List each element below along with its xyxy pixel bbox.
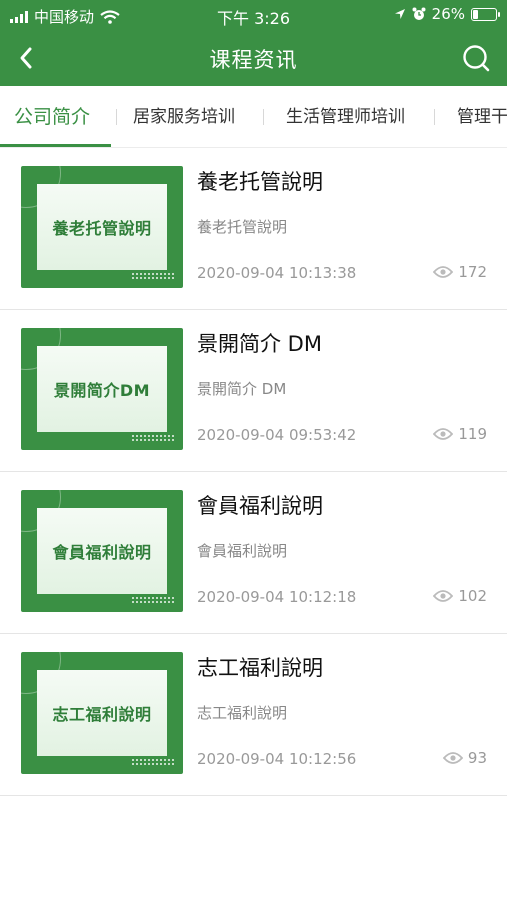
list-item[interactable]: 志工福利說明 志工福利說明 志工福利說明 2020-09-04 10:12:56…: [0, 634, 507, 796]
status-right: 26%: [394, 5, 500, 23]
item-thumbnail: 景開简介DM: [21, 328, 183, 450]
eye-icon: [442, 752, 463, 764]
eye-icon: [433, 590, 454, 602]
item-date: 2020-09-04 09:53:42: [197, 426, 357, 444]
back-button[interactable]: [8, 40, 44, 76]
chevron-left-icon: [20, 47, 32, 69]
item-date: 2020-09-04 10:12:18: [197, 588, 357, 606]
status-bar: 中国移动 下午 3:26 26%: [0, 0, 507, 30]
tab-divider: [263, 109, 264, 125]
item-subtitle: 會員福利說明: [197, 542, 288, 560]
nav-bar: 课程资讯: [0, 30, 507, 86]
eye-icon: [433, 428, 454, 440]
item-title: 會員福利說明: [197, 494, 323, 518]
view-count: 172: [458, 263, 487, 281]
tab-company-intro[interactable]: 公司简介: [14, 86, 90, 147]
item-subtitle: 志工福利說明: [197, 704, 288, 722]
item-title: 養老托管說明: [197, 170, 323, 194]
item-subtitle: 景開简介 DM: [197, 380, 287, 398]
item-views: 172: [433, 263, 487, 281]
item-thumbnail: 養老托管說明: [21, 166, 183, 288]
tab-life-manager-training[interactable]: 生活管理师培训: [286, 86, 405, 147]
item-views: 102: [433, 587, 487, 605]
page-title: 课程资讯: [209, 48, 298, 72]
battery-icon: [471, 7, 500, 21]
item-thumbnail: 會員福利說明: [21, 490, 183, 612]
thumbnail-text: 志工福利說明: [52, 705, 152, 724]
search-button[interactable]: [457, 39, 495, 77]
thumbnail-text: 景開简介DM: [53, 381, 151, 400]
app-header: 中国移动 下午 3:26 26% 课程资讯: [0, 0, 507, 86]
location-icon: [394, 9, 405, 19]
list-item[interactable]: 會員福利說明 會員福利說明 會員福利說明 2020-09-04 10:12:18…: [0, 472, 507, 634]
thumbnail-text: 養老托管說明: [52, 219, 152, 238]
item-views: 119: [433, 425, 487, 443]
thumbnail-text: 會員福利說明: [52, 543, 152, 562]
item-subtitle: 養老托管說明: [197, 218, 288, 236]
eye-icon: [433, 266, 454, 278]
battery-percent: 26%: [431, 5, 465, 23]
item-thumbnail: 志工福利說明: [21, 652, 183, 774]
view-count: 102: [458, 587, 487, 605]
active-tab-indicator: [0, 144, 111, 147]
alarm-icon: [412, 7, 426, 20]
tab-divider: [116, 109, 117, 125]
category-tabs: 公司简介 居家服务培训 生活管理师培训 管理干: [0, 86, 507, 148]
item-title: 景開简介 DM: [197, 332, 322, 356]
tab-management[interactable]: 管理干: [457, 86, 507, 147]
item-title: 志工福利說明: [197, 656, 323, 680]
search-icon: [463, 45, 490, 72]
tab-home-service-training[interactable]: 居家服务培训: [133, 86, 235, 147]
item-views: 93: [442, 749, 487, 767]
tab-divider: [434, 109, 435, 125]
list-item[interactable]: 養老托管說明 養老托管說明 養老托管說明 2020-09-04 10:13:38…: [0, 148, 507, 310]
item-date: 2020-09-04 10:12:56: [197, 750, 357, 768]
list-item[interactable]: 景開简介DM 景開简介 DM 景開简介 DM 2020-09-04 09:53:…: [0, 310, 507, 472]
item-date: 2020-09-04 10:13:38: [197, 264, 357, 282]
view-count: 93: [467, 749, 487, 767]
view-count: 119: [458, 425, 487, 443]
